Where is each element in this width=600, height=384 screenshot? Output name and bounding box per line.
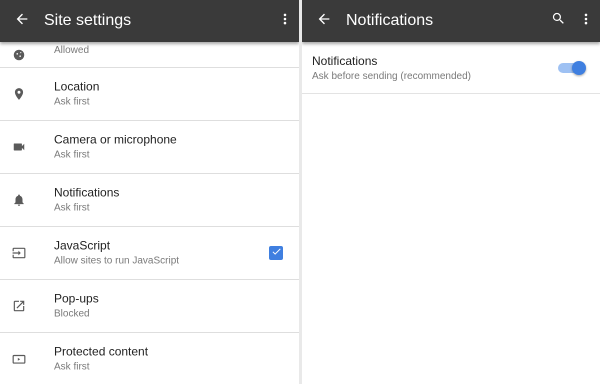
list-item-title: Pop-ups [54, 291, 99, 306]
list-item-subtitle: Blocked [54, 308, 90, 320]
page-title: Notifications [346, 12, 434, 29]
site-settings-list: Allowed Location Ask first Camera or mic… [0, 42, 299, 384]
list-item-subtitle: Allowed [54, 45, 90, 56]
notifications-panel: Notifications Notifications Ask before s… [302, 0, 600, 384]
notifications-setting-row[interactable]: Notifications Ask before sending (recomm… [302, 42, 600, 94]
javascript-checkbox[interactable] [269, 246, 283, 260]
list-item-cookies[interactable]: Allowed [0, 42, 299, 68]
site-settings-app-bar: Site settings [0, 0, 299, 42]
open-in-new-icon [10, 297, 28, 315]
list-item-title: Protected content [54, 344, 149, 359]
list-item-camera-microphone[interactable]: Camera or microphone Ask first [0, 121, 299, 174]
input-icon [10, 244, 28, 262]
overflow-menu-button[interactable] [572, 0, 600, 42]
list-item-subtitle: Ask first [54, 361, 90, 373]
check-icon [271, 244, 282, 262]
list-item-title: JavaScript [54, 238, 111, 253]
more-vert-icon [579, 12, 593, 31]
list-item-javascript[interactable]: JavaScript Allow sites to run JavaScript [0, 227, 299, 280]
page-title: Site settings [44, 12, 132, 29]
notifications-toggle[interactable] [558, 61, 586, 75]
search-icon [551, 11, 566, 31]
list-item-subtitle: Allow sites to run JavaScript [54, 255, 180, 267]
list-item-subtitle: Ask first [54, 202, 90, 214]
list-item-location[interactable]: Location Ask first [0, 68, 299, 121]
list-item-popups[interactable]: Pop-ups Blocked [0, 280, 299, 333]
list-item-title: Location [54, 79, 100, 94]
search-button[interactable] [544, 0, 572, 42]
list-item-subtitle: Ask first [54, 149, 90, 161]
list-item-title: Notifications [54, 185, 120, 200]
back-button[interactable] [302, 0, 346, 42]
overflow-menu-button[interactable] [271, 0, 299, 42]
videocam-icon [10, 138, 28, 156]
more-vert-icon [278, 12, 292, 31]
setting-title: Notifications [312, 54, 378, 68]
list-item-notifications[interactable]: Notifications Ask first [0, 174, 299, 227]
arrow-left-icon [316, 11, 332, 32]
back-button[interactable] [0, 0, 44, 42]
protected-content-icon [10, 350, 28, 368]
list-item-subtitle: Ask first [54, 96, 90, 108]
site-settings-panel: Site settings Allowed Location Ask first [0, 0, 299, 384]
bell-icon [10, 191, 28, 209]
cookie-icon [10, 46, 28, 64]
notifications-app-bar: Notifications [302, 0, 600, 42]
location-pin-icon [10, 85, 28, 103]
setting-subtitle: Ask before sending (recommended) [312, 71, 471, 82]
list-item-title: Camera or microphone [54, 132, 177, 147]
toggle-knob [572, 61, 586, 75]
arrow-left-icon [14, 11, 30, 32]
list-item-protected-content[interactable]: Protected content Ask first [0, 333, 299, 384]
